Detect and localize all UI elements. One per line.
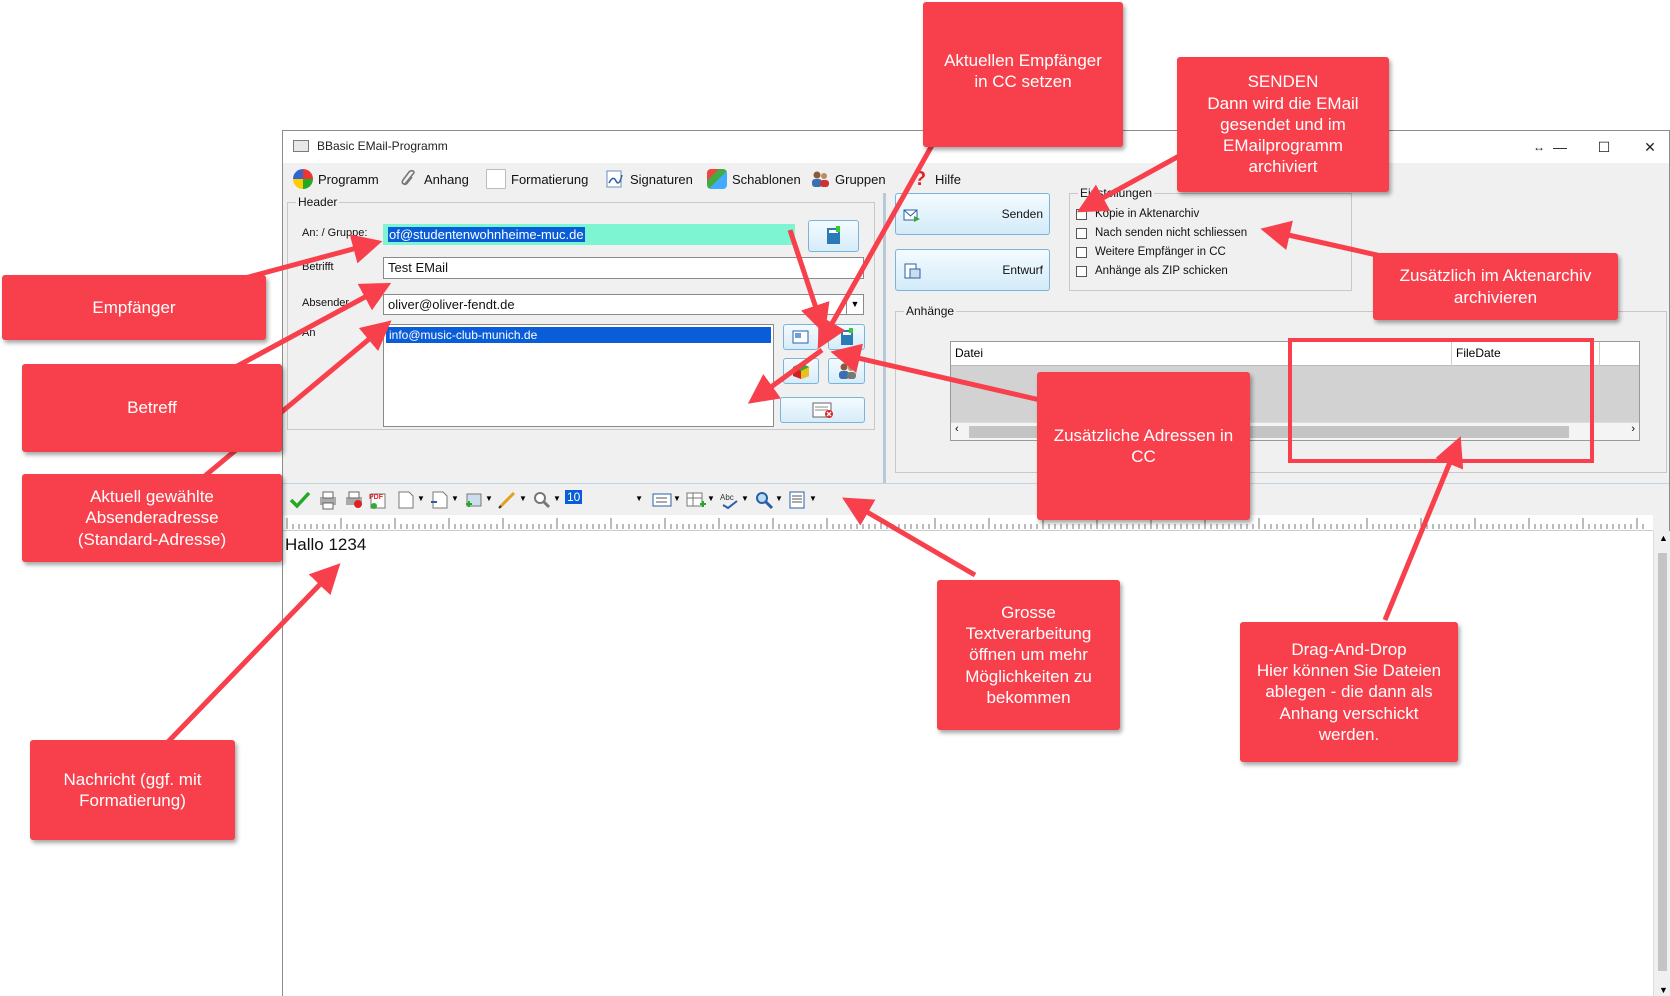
callout-empfaenger: Empfänger — [2, 275, 266, 340]
callout-zusaetzliche: Zusätzliche Adressen in CC — [1037, 372, 1250, 520]
screenshot-stage: { "window": { "title": "BBasic EMail-Pro… — [0, 0, 1670, 996]
arrow-textverarbeitung — [842, 497, 977, 578]
arrow-zusaetzliche — [830, 343, 1041, 403]
callout-nachricht: Nachricht (ggf. mit Formatierung) — [30, 740, 235, 840]
callout-dragdrop: Drag-And-Drop Hier können Sie Dateien ab… — [1240, 622, 1458, 762]
callout-absender: Aktuell gewählte Absenderadresse (Standa… — [22, 474, 282, 562]
arrow-cc-setzen — [817, 138, 938, 350]
arrow-senden — [1076, 147, 1192, 213]
callout-textverarbeitung: Grosse Textverarbeitung öffnen um mehr M… — [937, 580, 1120, 730]
callout-aktenarchiv: Zusätzlich im Aktenarchiv archivieren — [1373, 253, 1618, 320]
callout-cc-setzen: Aktuellen Empfänger in CC setzen — [923, 2, 1123, 147]
callout-senden: SENDEN Dann wird die EMail gesendet und … — [1177, 57, 1389, 192]
callout-betreff: Betreff — [22, 364, 282, 452]
dragdrop-highlight-box — [1288, 338, 1594, 463]
arrow-dragdrop — [1382, 436, 1464, 621]
arrow-nachricht — [163, 563, 341, 747]
arrow-zusaetzliche-2 — [747, 347, 824, 404]
arrow-cc-setzen-2 — [787, 229, 830, 335]
